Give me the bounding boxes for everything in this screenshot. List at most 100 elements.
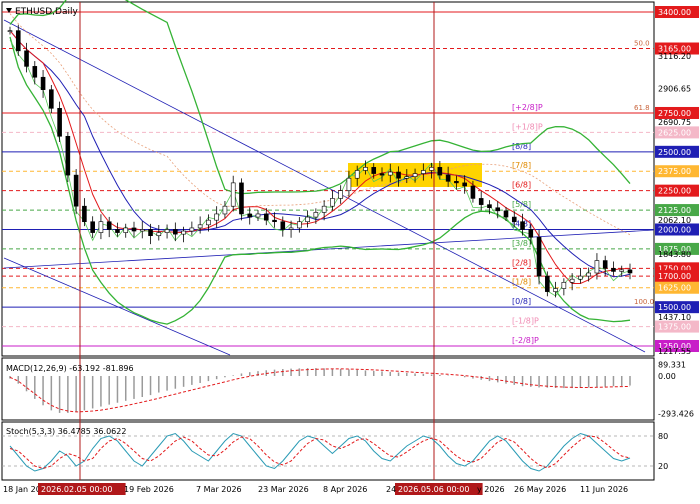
murrey-label-2: [6/8] xyxy=(512,181,531,190)
candle-body xyxy=(578,275,583,280)
murrey-label-11: [+1/8]P xyxy=(512,122,543,131)
price-axis: 3400.003165.003116.202906.652750.002690.… xyxy=(655,6,699,471)
candle-body xyxy=(346,177,352,191)
time-marker-label-6: 2026.05.06 00:00 xyxy=(398,485,469,494)
candle-body xyxy=(363,167,368,171)
time-axis-label-4: 23 Mar 2026 xyxy=(258,485,309,494)
candle-body xyxy=(263,213,269,221)
price-axis-label-14: 1843.80 xyxy=(658,250,691,259)
trading-chart-window: [8/8][7/8][6/8][5/8][4/8][3/8][2/8][1/8]… xyxy=(0,0,700,500)
candle-body xyxy=(313,212,319,218)
candle-body xyxy=(594,260,600,274)
price-axis-label-18: 1500.00 xyxy=(658,303,691,312)
candle-body xyxy=(222,205,228,215)
candle-body xyxy=(189,227,195,232)
candle-body xyxy=(7,30,13,32)
price-axis-label-0: 3400.00 xyxy=(658,8,691,17)
stoch-axis-label-0: 80 xyxy=(658,432,668,441)
main-price-panel[interactable] xyxy=(1,1,655,357)
time-axis-label-7: 26 May 2026 xyxy=(514,485,566,494)
candle-body xyxy=(412,173,418,177)
candle-body xyxy=(214,213,219,221)
price-axis-label-6: 2625.00 xyxy=(658,128,691,137)
candle-body xyxy=(255,213,261,218)
candle-body xyxy=(495,207,501,212)
time-marker-label-1: 2026.02.05 00:00 xyxy=(41,485,112,494)
candle-body xyxy=(321,205,327,213)
candle-body xyxy=(24,50,29,67)
candle-body xyxy=(106,221,112,230)
candle-body xyxy=(462,182,467,187)
murrey-label-9: [-1/8]P xyxy=(512,317,539,326)
candle-body xyxy=(569,278,575,283)
candle-body xyxy=(611,268,616,272)
price-axis-label-7: 2500.00 xyxy=(658,148,691,157)
candle-body xyxy=(123,227,129,233)
time-axis-label-5: 8 Apr 2026 xyxy=(323,485,367,494)
murrey-label-5: [3/8] xyxy=(512,239,531,248)
candle-body xyxy=(545,275,550,292)
price-axis-label-3: 2906.65 xyxy=(658,85,691,94)
candle-body xyxy=(230,182,236,207)
symbol-title: ETHUSD,Daily xyxy=(6,7,78,17)
candle-body xyxy=(239,182,244,215)
stoch-label: Stoch(5,3,3) 36.4785 36.0622 xyxy=(6,427,126,436)
price-axis-label-20: 1375.00 xyxy=(658,323,691,332)
candle-body xyxy=(396,171,401,179)
candle-body xyxy=(206,219,211,226)
candle-body xyxy=(73,174,79,207)
candle-body xyxy=(139,229,145,232)
candle-body xyxy=(421,170,426,174)
candle-body xyxy=(338,190,343,199)
candle-body xyxy=(164,229,170,233)
candle-body xyxy=(305,216,310,223)
price-axis-label-5: 2690.75 xyxy=(658,118,691,127)
price-axis-label-22: 1217.55 xyxy=(658,347,691,356)
macd-axis-label-0: 89.331 xyxy=(658,361,686,370)
candle-body xyxy=(503,210,509,218)
price-axis-label-10: 2125.00 xyxy=(658,206,691,215)
candle-body xyxy=(354,170,360,179)
macd-label: MACD(12,26,9) -63.192 -81.896 xyxy=(6,364,134,373)
time-axis-label-2: 19 Feb 2026 xyxy=(124,485,174,494)
candle-body xyxy=(173,229,178,235)
candle-body xyxy=(387,171,393,176)
time-axis-label-3: 7 Mar 2026 xyxy=(196,485,242,494)
candle-body xyxy=(553,288,558,292)
candle-body xyxy=(619,269,625,272)
candle-body xyxy=(57,108,62,137)
candle-body xyxy=(90,221,95,233)
candle-body xyxy=(131,227,137,232)
candle-body xyxy=(445,174,451,182)
candle-body xyxy=(65,135,71,176)
chart-canvas[interactable]: [8/8][7/8][6/8][5/8][4/8][3/8][2/8][1/8]… xyxy=(0,0,700,500)
candle-body xyxy=(404,176,410,179)
candle-body xyxy=(115,229,120,233)
price-axis-label-16: 1700.00 xyxy=(658,272,691,281)
price-axis-label-9: 2250.00 xyxy=(658,187,691,196)
candle-body xyxy=(181,230,186,235)
stoch-axis-label-1: 20 xyxy=(658,462,668,471)
fib-label-1: 61.8 xyxy=(634,104,650,112)
candle-body xyxy=(379,173,385,176)
candle-body xyxy=(32,66,38,78)
price-axis-label-8: 2375.00 xyxy=(658,167,691,176)
price-axis-label-17: 1625.00 xyxy=(658,284,691,293)
candle-body xyxy=(247,213,253,218)
murrey-label-10: [-2/8]P xyxy=(512,336,539,345)
fib-label-0: 50.0 xyxy=(634,40,650,48)
candle-body xyxy=(586,272,591,277)
price-axis-label-4: 2750.00 xyxy=(658,109,691,118)
candle-body xyxy=(520,221,525,230)
candle-body xyxy=(478,198,484,205)
murrey-label-8: [0/8] xyxy=(512,297,531,306)
candle-body xyxy=(429,167,434,171)
candle-body xyxy=(511,216,517,223)
candle-body xyxy=(40,76,46,90)
time-axis-label-clipped-1: y 2026 xyxy=(477,485,505,494)
murrey-label-12: [+2/8]P xyxy=(512,103,543,112)
macd-axis-label-2: -293.426 xyxy=(658,409,694,418)
candle-body xyxy=(280,221,286,230)
candle-body xyxy=(49,89,54,109)
candle-body xyxy=(272,219,277,223)
